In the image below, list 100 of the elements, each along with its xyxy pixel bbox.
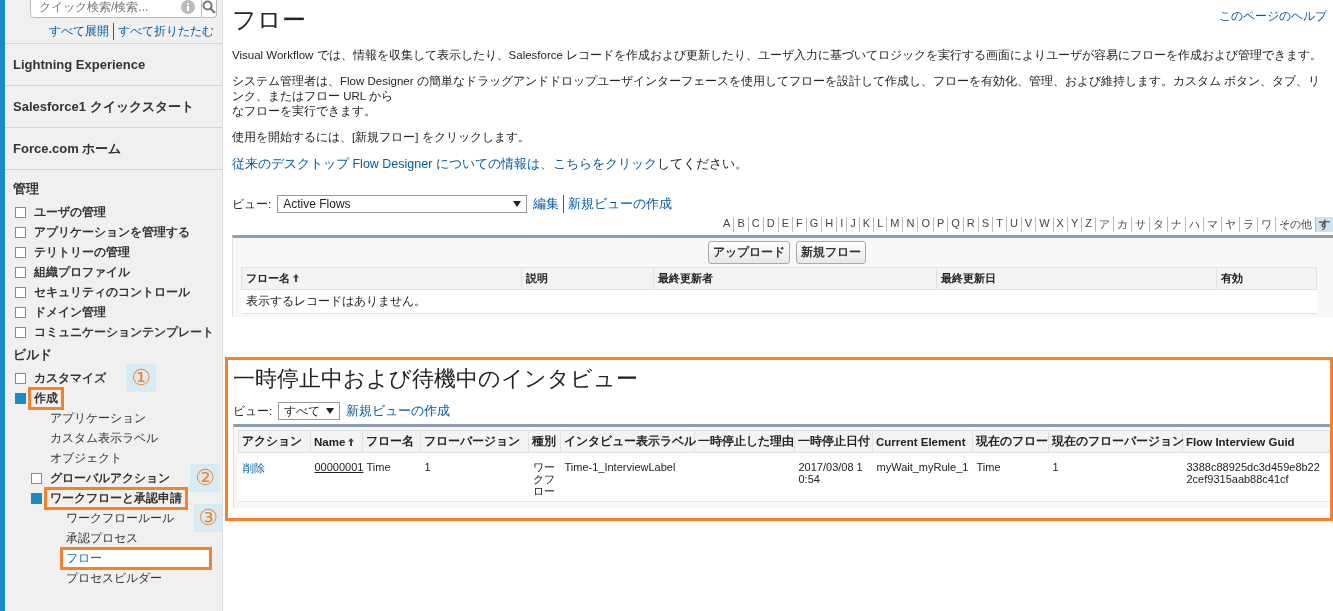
view-link[interactable]: 新規ビューの作成 — [563, 195, 673, 213]
alphabet-filter[interactable]: マ — [1203, 217, 1221, 232]
alphabet-filter[interactable]: ア — [1095, 217, 1113, 232]
alphabet-filter[interactable]: E — [777, 217, 792, 232]
column-header[interactable]: アクション — [238, 430, 311, 453]
column-header[interactable]: インタビュー表示ラベル — [560, 430, 695, 453]
column-header[interactable]: Flow Interview Guid — [1182, 430, 1330, 453]
column-header[interactable]: 説明 — [521, 267, 654, 290]
nav-item[interactable]: Lightning Experience — [5, 43, 222, 85]
alphabet-filter[interactable]: ヤ — [1221, 217, 1239, 232]
alphabet-filter[interactable]: A — [720, 217, 734, 232]
view-dropdown[interactable]: すべて — [278, 402, 341, 420]
column-header[interactable]: 種別 — [528, 430, 561, 453]
alphabet-filter[interactable]: T — [992, 217, 1006, 232]
column-header[interactable]: フローバージョン — [420, 430, 529, 453]
alphabet-filter[interactable]: P — [932, 217, 948, 232]
view-dropdown[interactable]: Active Flows — [277, 195, 528, 213]
expand-link[interactable]: すべて折りたたむ — [113, 23, 218, 40]
collapsed-toggle-icon[interactable] — [15, 206, 26, 218]
toolbar-button[interactable]: 新規フロー — [796, 241, 866, 264]
view-link[interactable]: 新規ビューの作成 — [346, 402, 451, 420]
nav-link[interactable]: ワークフローと承認申請 — [47, 489, 185, 507]
toolbar-button[interactable]: アップロード — [708, 241, 790, 264]
nav-link[interactable]: アプリケーションを管理する — [31, 223, 193, 241]
alphabet-filter[interactable]: す — [1315, 217, 1333, 232]
alphabet-filter[interactable]: S — [977, 217, 993, 232]
column-header[interactable]: 一時停止日付 — [794, 430, 873, 453]
nav-link[interactable]: グローバルアクション — [47, 469, 173, 487]
nav-link[interactable]: ユーザの管理 — [31, 203, 109, 221]
alphabet-filter[interactable]: カ — [1113, 217, 1131, 232]
nav-link[interactable]: プロセスビルダー — [63, 569, 165, 587]
alphabet-filter[interactable]: D — [762, 217, 778, 232]
alphabet-filter[interactable]: Z — [1081, 217, 1095, 232]
alphabet-filter[interactable]: Q — [947, 217, 963, 232]
alphabet-filter[interactable]: W — [1035, 217, 1053, 232]
alphabet-filter[interactable]: ワ — [1257, 217, 1275, 232]
nav-link[interactable]: テリトリーの管理 — [31, 243, 133, 261]
alphabet-filter[interactable]: G — [805, 217, 822, 232]
collapsed-toggle-icon[interactable] — [15, 246, 26, 258]
collapsed-toggle-icon[interactable] — [31, 472, 42, 484]
column-header[interactable]: 最終更新者 — [653, 267, 937, 290]
alphabet-filter[interactable]: ナ — [1167, 217, 1185, 232]
alphabet-filter[interactable]: M — [886, 217, 903, 232]
alphabet-filter[interactable]: K — [858, 217, 874, 232]
expanded-toggle-icon[interactable] — [31, 492, 42, 504]
column-header[interactable]: 現在のフローバージョン — [1048, 430, 1183, 453]
alphabet-filter[interactable]: X — [1052, 217, 1067, 232]
column-header[interactable]: フロー名 — [241, 267, 522, 290]
alphabet-filter[interactable]: O — [917, 217, 933, 232]
alphabet-filter[interactable]: タ — [1149, 217, 1167, 232]
alphabet-filter[interactable]: ラ — [1239, 217, 1257, 232]
alphabet-filter[interactable]: U — [1005, 217, 1021, 232]
nav-item[interactable]: Salesforce1 クイックスタート — [5, 85, 222, 127]
alphabet-filter[interactable]: I — [836, 217, 847, 232]
help-link[interactable]: このページのヘルプ — [1219, 8, 1327, 25]
search-button[interactable] — [202, 0, 217, 18]
alphabet-filter[interactable]: L — [873, 217, 887, 232]
nav-link[interactable]: 承認プロセス — [63, 529, 141, 547]
nav-link[interactable]: アプリケーション — [47, 409, 149, 427]
nav-link[interactable]: カスタマイズ — [31, 369, 109, 387]
view-link[interactable]: 編集 — [533, 195, 560, 213]
nav-link[interactable]: フロー — [63, 549, 209, 567]
alphabet-filter[interactable]: J — [846, 217, 859, 232]
alphabet-filter[interactable]: サ — [1131, 217, 1149, 232]
nav-link[interactable]: セキュリティのコントロール — [31, 283, 193, 301]
nav-link[interactable]: 作成 — [31, 389, 61, 407]
column-header[interactable]: 現在のフロー — [972, 430, 1049, 453]
nav-link[interactable]: ワークフロールール — [63, 509, 177, 527]
nav-item[interactable]: Force.com ホーム — [5, 127, 222, 169]
nav-link[interactable]: 組織プロファイル — [31, 263, 133, 281]
column-header[interactable]: 有効 — [1216, 267, 1317, 290]
record-link[interactable]: 00000001 — [314, 461, 364, 473]
alphabet-filter[interactable]: H — [821, 217, 837, 232]
nav-link[interactable]: コミュニケーションテンプレート — [31, 323, 217, 341]
collapsed-toggle-icon[interactable] — [15, 266, 26, 278]
collapsed-toggle-icon[interactable] — [15, 326, 26, 338]
nav-link[interactable]: オブジェクト — [47, 449, 125, 467]
nav-link[interactable]: カスタム表示ラベル — [47, 429, 161, 447]
alphabet-filter[interactable]: N — [902, 217, 918, 232]
alphabet-filter[interactable]: ハ — [1185, 217, 1203, 232]
column-header[interactable]: Current Element — [872, 430, 973, 453]
delete-link[interactable]: 削除 — [242, 462, 265, 474]
alphabet-filter[interactable]: R — [962, 217, 978, 232]
column-header[interactable]: フロー名 — [362, 430, 421, 453]
nav-link[interactable]: ドメイン管理 — [31, 303, 109, 321]
alphabet-filter[interactable]: F — [792, 217, 806, 232]
collapsed-toggle-icon[interactable] — [15, 306, 26, 318]
info-link[interactable]: 従来のデスクトップ Flow Designer についての情報は、こちらをクリック — [232, 157, 657, 171]
search-field[interactable]: クイック検索/検索... — [30, 0, 202, 18]
alphabet-filter[interactable]: B — [733, 217, 748, 232]
alphabet-filter[interactable]: Y — [1066, 217, 1082, 232]
alphabet-filter[interactable]: V — [1020, 217, 1036, 232]
expanded-toggle-icon[interactable] — [15, 392, 26, 404]
column-header[interactable]: 最終更新日 — [936, 267, 1217, 290]
alphabet-filter[interactable]: C — [747, 217, 763, 232]
column-header[interactable]: Name — [310, 430, 363, 453]
collapsed-toggle-icon[interactable] — [15, 226, 26, 238]
collapsed-toggle-icon[interactable] — [15, 372, 26, 384]
expand-link[interactable]: すべて展開 — [45, 23, 113, 40]
collapsed-toggle-icon[interactable] — [15, 286, 26, 298]
